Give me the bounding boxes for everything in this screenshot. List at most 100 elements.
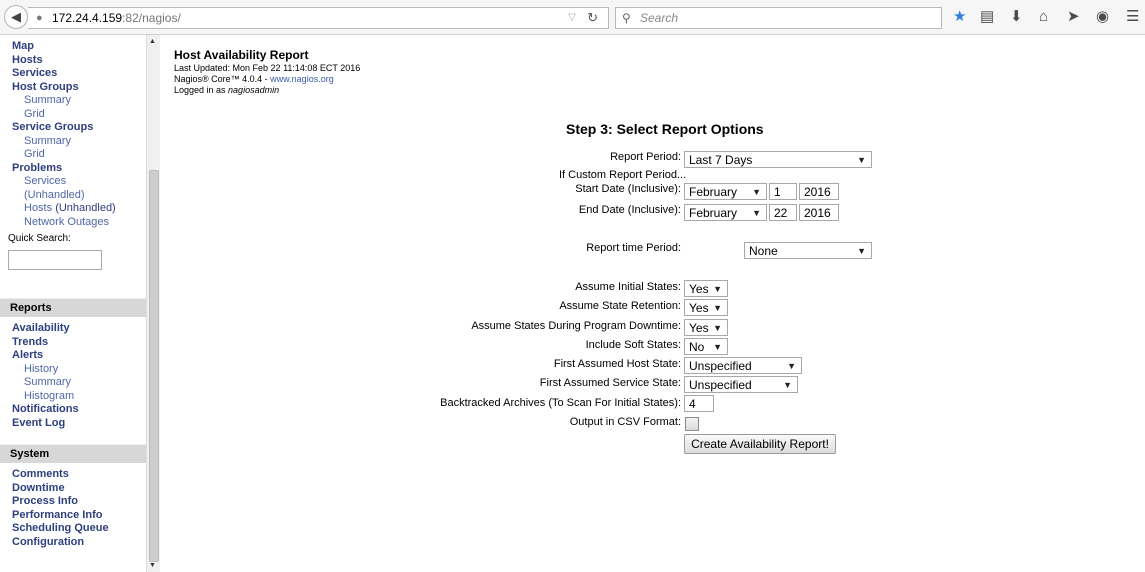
initial-states-select[interactable]: Yes ▼ bbox=[684, 280, 728, 297]
csv-checkbox[interactable] bbox=[685, 417, 699, 431]
sidebar-item-event-log[interactable]: Event Log bbox=[0, 417, 146, 431]
end-month-select[interactable]: February ▼ bbox=[684, 204, 767, 221]
scrollbar-thumb[interactable] bbox=[149, 170, 159, 562]
download-icon[interactable]: ⬇ bbox=[1010, 8, 1023, 26]
sidebar-item-network-outages[interactable]: Network Outages bbox=[0, 216, 146, 230]
sidebar-item-problems[interactable]: Problems bbox=[0, 162, 146, 176]
url-text: 172.24.4.159:82/nagios/ bbox=[52, 8, 181, 28]
downtime-value: Yes bbox=[689, 321, 709, 335]
reload-icon[interactable]: ↻ bbox=[587, 8, 598, 28]
nagios-link[interactable]: www.nagios.org bbox=[270, 74, 334, 84]
sidebar-item-downtime[interactable]: Downtime bbox=[0, 482, 146, 496]
url-host: 172.24.4.159 bbox=[52, 11, 123, 25]
sidebar-item-hostgroup-grid[interactable]: Grid bbox=[0, 108, 146, 122]
chevron-down-icon: ▼ bbox=[857, 155, 866, 165]
back-arrow-icon[interactable]: ◀ bbox=[4, 5, 28, 29]
sidebar-item-servicegroup-summary[interactable]: Summary bbox=[0, 135, 146, 149]
start-date-label: Start Date (Inclusive): bbox=[575, 183, 681, 195]
soft-states-value: No bbox=[689, 340, 705, 354]
sidebar-item-configuration[interactable]: Configuration bbox=[0, 536, 146, 550]
service-state-value: Unspecified bbox=[689, 378, 752, 392]
chevron-down-icon: ▼ bbox=[713, 342, 722, 352]
step-title: Step 3: Select Report Options bbox=[566, 121, 764, 137]
sidebar-item-hosts-unhandled-link[interactable]: (Unhandled) bbox=[55, 202, 116, 214]
state-retention-select[interactable]: Yes ▼ bbox=[684, 299, 728, 316]
soft-states-select[interactable]: No ▼ bbox=[684, 338, 728, 355]
url-bar[interactable]: ● 172.24.4.159:82/nagios/ ▽ ↻ bbox=[28, 7, 609, 29]
sidebar-item-problem-hosts[interactable]: Hosts bbox=[24, 202, 52, 214]
sidebar-item-map[interactable]: Map bbox=[0, 40, 146, 54]
version-text: Nagios® Core™ 4.0.4 - bbox=[174, 74, 271, 84]
quick-search-input[interactable] bbox=[8, 250, 102, 270]
host-state-value: Unspecified bbox=[689, 359, 752, 373]
initial-states-value: Yes bbox=[689, 282, 709, 296]
sidebar-item-services-unhandled[interactable]: (Unhandled) bbox=[0, 189, 146, 203]
scroll-up-icon[interactable]: ▲ bbox=[149, 38, 156, 45]
send-icon[interactable]: ➤ bbox=[1067, 8, 1080, 26]
end-year-input[interactable]: 2016 bbox=[799, 204, 839, 221]
sidebar-item-trends[interactable]: Trends bbox=[0, 336, 146, 350]
chat-icon[interactable]: ◉ bbox=[1096, 8, 1109, 26]
chevron-down-icon: ▼ bbox=[857, 246, 866, 256]
current-status-section: Map Hosts Services Host Groups Summary G… bbox=[0, 40, 146, 270]
sidebar-item-availability[interactable]: Availability bbox=[0, 322, 146, 336]
backtracked-input[interactable]: 4 bbox=[684, 395, 714, 412]
sidebar-item-alerts[interactable]: Alerts bbox=[0, 349, 146, 363]
sidebar-item-alert-history[interactable]: History bbox=[0, 363, 146, 377]
backtracked-label: Backtracked Archives (To Scan For Initia… bbox=[440, 397, 681, 409]
menu-icon[interactable]: ☰ bbox=[1126, 8, 1139, 26]
downtime-select[interactable]: Yes ▼ bbox=[684, 319, 728, 336]
sidebar-item-hosts[interactable]: Hosts bbox=[0, 54, 146, 68]
last-updated-text: Last Updated: Mon Feb 22 11:14:08 ECT 20… bbox=[174, 63, 361, 73]
search-placeholder: Search bbox=[640, 11, 679, 25]
chevron-down-icon: ▼ bbox=[713, 323, 722, 333]
logged-in-user: nagiosadmin bbox=[228, 85, 280, 95]
sidebar-item-service-groups[interactable]: Service Groups bbox=[0, 121, 146, 135]
end-date-label: End Date (Inclusive): bbox=[578, 204, 681, 216]
home-icon[interactable]: ⌂ bbox=[1039, 8, 1048, 26]
create-report-button[interactable]: Create Availability Report! bbox=[684, 434, 836, 454]
sidebar-nav: Map Hosts Services Host Groups Summary G… bbox=[0, 35, 146, 572]
chevron-down-icon: ▼ bbox=[752, 187, 761, 197]
sidebar-item-scheduling-queue[interactable]: Scheduling Queue bbox=[0, 522, 146, 536]
url-path: :82/nagios/ bbox=[122, 11, 181, 25]
browser-toolbar: ◀ ● 172.24.4.159:82/nagios/ ▽ ↻ ⚲ Search… bbox=[0, 0, 1145, 35]
sidebar-item-servicegroup-grid[interactable]: Grid bbox=[0, 148, 146, 162]
end-month-value: February bbox=[689, 206, 738, 220]
start-day-input[interactable]: 1 bbox=[769, 183, 797, 200]
sidebar-item-process-info[interactable]: Process Info bbox=[0, 495, 146, 509]
time-period-value: None bbox=[749, 244, 778, 258]
initial-states-label: Assume Initial States: bbox=[575, 281, 681, 293]
sidebar-item-notifications[interactable]: Notifications bbox=[0, 403, 146, 417]
host-state-select[interactable]: Unspecified ▼ bbox=[684, 357, 802, 374]
logged-in-prefix: Logged in as bbox=[174, 85, 229, 95]
search-bar[interactable]: ⚲ Search bbox=[615, 7, 942, 29]
service-state-select[interactable]: Unspecified ▼ bbox=[684, 376, 798, 393]
bookmark-star-icon[interactable]: ★ bbox=[953, 8, 966, 26]
sidebar-item-services[interactable]: Services bbox=[0, 67, 146, 81]
search-icon: ⚲ bbox=[622, 11, 631, 25]
logged-in-line: Logged in as nagiosadmin bbox=[174, 85, 279, 95]
chevron-down-icon: ▼ bbox=[713, 303, 722, 313]
start-month-select[interactable]: February ▼ bbox=[684, 183, 767, 200]
start-year-input[interactable]: 2016 bbox=[799, 183, 839, 200]
sidebar-item-hosts-unhandled[interactable]: Hosts (Unhandled) bbox=[0, 202, 146, 216]
url-dropdown-icon[interactable]: ▽ bbox=[568, 8, 576, 28]
reports-header: Reports bbox=[0, 298, 146, 317]
time-period-select[interactable]: None ▼ bbox=[744, 242, 872, 259]
globe-icon: ● bbox=[36, 12, 43, 24]
sidebar-item-alert-summary[interactable]: Summary bbox=[0, 376, 146, 390]
sidebar-item-alert-histogram[interactable]: Histogram bbox=[0, 390, 146, 404]
sidebar-scrollbar[interactable]: ▲ ▼ bbox=[146, 35, 160, 572]
sidebar-item-comments[interactable]: Comments bbox=[0, 468, 146, 482]
system-section: System Comments Downtime Process Info Pe… bbox=[0, 444, 146, 549]
sidebar-item-performance-info[interactable]: Performance Info bbox=[0, 509, 146, 523]
state-retention-value: Yes bbox=[689, 301, 709, 315]
sidebar-item-host-groups[interactable]: Host Groups bbox=[0, 81, 146, 95]
report-period-select[interactable]: Last 7 Days ▼ bbox=[684, 151, 872, 168]
sidebar-item-hostgroup-summary[interactable]: Summary bbox=[0, 94, 146, 108]
sidebar-item-problem-services[interactable]: Services bbox=[0, 175, 146, 189]
reading-list-icon[interactable]: ▤ bbox=[980, 8, 994, 26]
end-day-input[interactable]: 22 bbox=[769, 204, 797, 221]
scroll-down-icon[interactable]: ▼ bbox=[149, 562, 156, 569]
